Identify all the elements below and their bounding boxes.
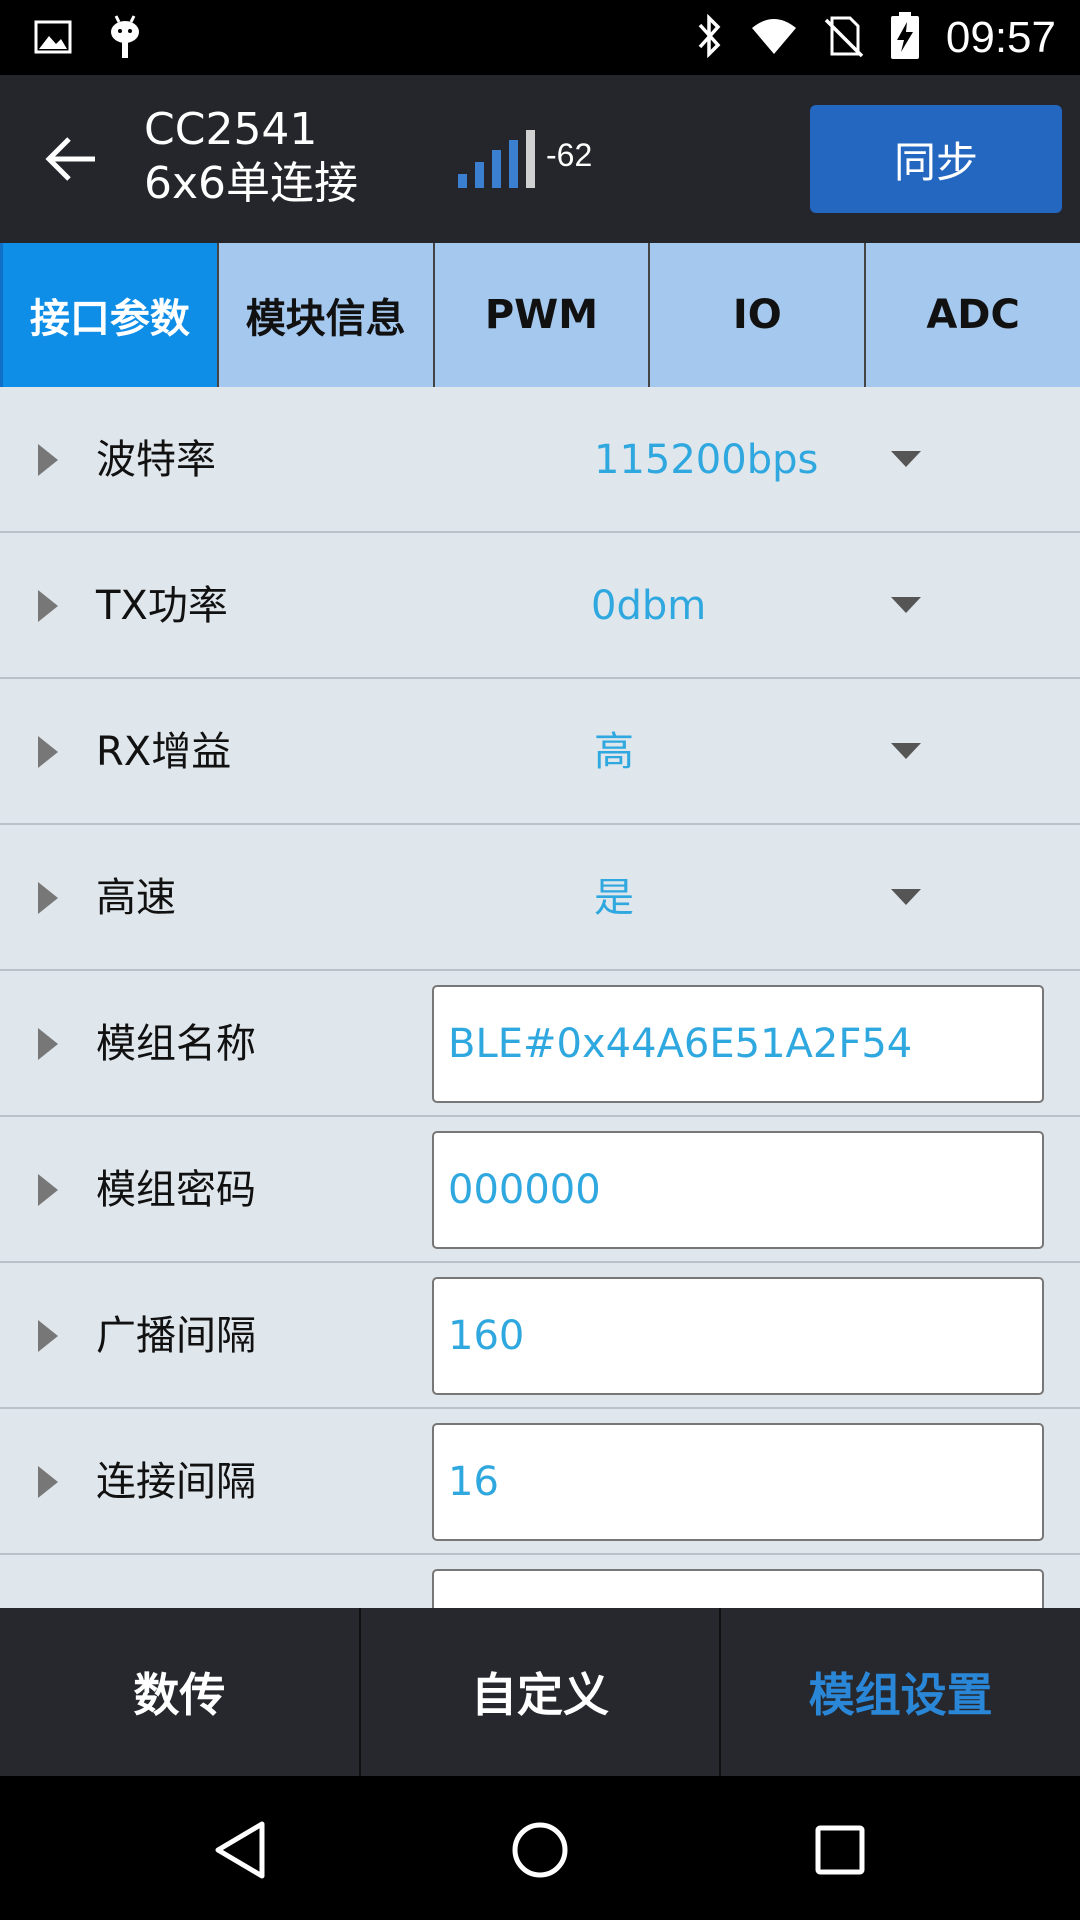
recents-square-icon[interactable]: [800, 1810, 880, 1890]
nav-data-transfer[interactable]: 数传: [0, 1608, 361, 1776]
rssi-value: -62: [546, 137, 593, 173]
expand-arrow-icon: [38, 1320, 58, 1352]
image-icon: [34, 20, 72, 58]
bottom-nav: 数传 自定义 模组设置: [0, 1608, 1080, 1776]
signal-strength-icon: [458, 130, 535, 188]
setting-label: 广播间隔: [96, 1313, 256, 1359]
tab-bar: 接口参数 模块信息 PWM IO ADC: [0, 243, 1080, 387]
expand-arrow-icon: [38, 1028, 58, 1060]
setting-row-baud-rate[interactable]: 波特率 115200bps: [0, 387, 1080, 533]
back-button[interactable]: [40, 127, 104, 191]
settings-list[interactable]: 波特率 115200bps TX功率 0dbm RX增益 高 高速 是 模组名称…: [0, 387, 1080, 1608]
android-debug-icon: [108, 14, 142, 64]
setting-row-module-password[interactable]: 模组密码 000000: [0, 1117, 1080, 1263]
setting-label: 模组密码: [96, 1167, 256, 1213]
no-sim-icon: [824, 14, 864, 62]
dropdown-arrow-icon[interactable]: [891, 743, 921, 759]
baud-rate-select[interactable]: 115200bps: [594, 431, 818, 489]
sync-button[interactable]: 同步: [810, 105, 1062, 213]
module-password-input[interactable]: 000000: [432, 1131, 1044, 1249]
tab-io[interactable]: IO: [650, 243, 867, 387]
bluetooth-icon: [696, 13, 724, 63]
tab-module-info[interactable]: 模块信息: [219, 243, 435, 387]
expand-arrow-icon: [38, 1466, 58, 1498]
setting-label: 连接间隔: [96, 1459, 256, 1505]
battery-charging-icon: [890, 12, 920, 64]
setting-row-tx-power[interactable]: TX功率 0dbm: [0, 533, 1080, 679]
setting-row-rx-gain[interactable]: RX增益 高: [0, 679, 1080, 825]
partial-input[interactable]: [432, 1569, 1044, 1608]
home-circle-icon[interactable]: [500, 1810, 580, 1890]
dropdown-arrow-icon[interactable]: [891, 597, 921, 613]
system-nav-bar: [0, 1776, 1080, 1920]
device-name: CC2541: [144, 104, 318, 155]
setting-row-partial[interactable]: [0, 1555, 1080, 1608]
setting-row-adv-interval[interactable]: 广播间隔 160: [0, 1263, 1080, 1409]
expand-arrow-icon: [38, 736, 58, 768]
dropdown-arrow-icon[interactable]: [891, 889, 921, 905]
setting-row-high-speed[interactable]: 高速 是: [0, 825, 1080, 971]
setting-label: TX功率: [96, 583, 228, 629]
nav-module-settings[interactable]: 模组设置: [721, 1608, 1080, 1776]
expand-arrow-icon: [38, 444, 58, 476]
status-bar: 09:57: [0, 0, 1080, 75]
wifi-icon: [750, 16, 798, 60]
back-triangle-icon[interactable]: [200, 1810, 280, 1890]
dropdown-arrow-icon[interactable]: [891, 451, 921, 467]
tab-adc[interactable]: ADC: [866, 243, 1080, 387]
adv-interval-input[interactable]: 160: [432, 1277, 1044, 1395]
tab-pwm[interactable]: PWM: [435, 243, 651, 387]
app-bar: CC2541 6x6单连接 -62 同步: [0, 75, 1080, 243]
setting-row-module-name[interactable]: 模组名称 BLE#0x44A6E51A2F54: [0, 971, 1080, 1117]
clock: 09:57: [945, 13, 1056, 62]
setting-label: 高速: [96, 875, 176, 921]
setting-label: RX增益: [96, 729, 232, 775]
back-arrow-icon: [45, 137, 95, 181]
expand-arrow-icon: [38, 882, 58, 914]
setting-label: 模组名称: [96, 1021, 256, 1067]
device-title: CC2541 6x6单连接: [144, 103, 358, 211]
device-mode: 6x6单连接: [144, 158, 359, 209]
nav-custom[interactable]: 自定义: [361, 1608, 722, 1776]
setting-label: 波特率: [96, 437, 216, 483]
setting-row-conn-interval[interactable]: 连接间隔 16: [0, 1409, 1080, 1555]
rx-gain-select[interactable]: 高: [594, 723, 634, 781]
expand-arrow-icon: [38, 590, 58, 622]
tab-interface-params[interactable]: 接口参数: [0, 243, 219, 387]
conn-interval-input[interactable]: 16: [432, 1423, 1044, 1541]
high-speed-select[interactable]: 是: [594, 869, 634, 927]
expand-arrow-icon: [38, 1174, 58, 1206]
tx-power-select[interactable]: 0dbm: [591, 577, 706, 635]
module-name-input[interactable]: BLE#0x44A6E51A2F54: [432, 985, 1044, 1103]
